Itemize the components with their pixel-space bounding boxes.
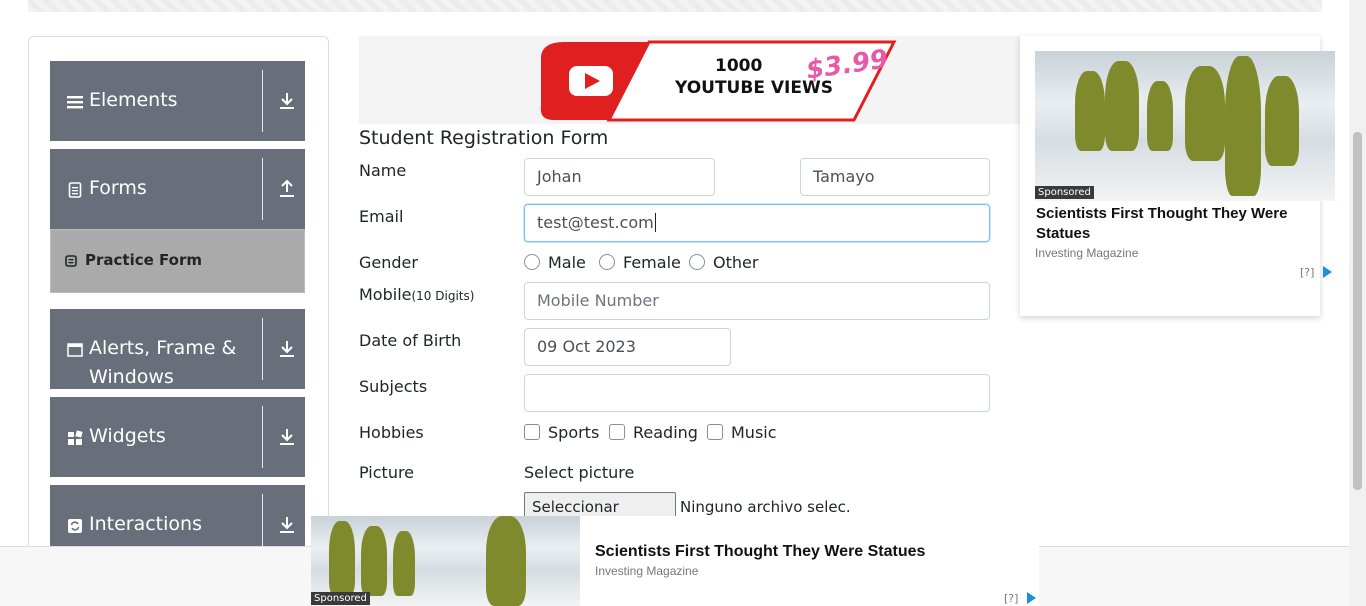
ad-image [1035, 51, 1335, 201]
document-icon [68, 182, 82, 198]
dob-label: Date of Birth [359, 331, 462, 350]
picture-label: Picture [359, 463, 415, 482]
divider [262, 318, 263, 380]
banner-ad[interactable]: 1000 YOUTUBE VIEWS $3.99 [359, 36, 1020, 124]
sidebar-group-label: Interactions [89, 513, 202, 535]
vertical-scrollbar[interactable] [1349, 0, 1366, 606]
divider [262, 70, 263, 132]
gender-other-label[interactable]: Other [713, 253, 758, 272]
sidebar-item-label: Practice Form [85, 251, 202, 269]
hobby-reading-checkbox[interactable] [609, 424, 625, 440]
sidebar-group-label-line2: Windows [89, 366, 174, 388]
ad-headline[interactable]: Scientists First Thought They Were Statu… [1036, 204, 1318, 244]
first-name-input[interactable]: Johan [524, 158, 715, 196]
sponsored-badge: Sponsored [1035, 186, 1094, 199]
bottom-sponsored-ad[interactable]: Sponsored Scientists First Thought They … [311, 516, 1039, 606]
gender-male-radio[interactable] [524, 254, 540, 270]
hobby-sports-checkbox[interactable] [524, 424, 540, 440]
email-label: Email [359, 207, 404, 226]
mobile-number-input[interactable]: Mobile Number [524, 282, 990, 320]
download-arrow-icon [280, 517, 294, 533]
sidebar-item-practice-form[interactable]: Practice Form [50, 229, 305, 293]
gender-female-label[interactable]: Female [623, 253, 681, 272]
sidebar-group-label: Forms [89, 177, 147, 199]
form-title: Student Registration Form [359, 127, 609, 149]
sidebar-group-label: Elements [89, 89, 178, 111]
select-picture-label: Select picture [524, 463, 635, 482]
right-sponsored-ad[interactable]: Sponsored Scientists First Thought They … [1020, 36, 1335, 316]
divider [262, 158, 263, 220]
download-arrow-icon [280, 341, 294, 357]
banner-line1: 1000 [715, 56, 763, 76]
window-icon [67, 343, 83, 357]
file-status-text: Ninguno archivo selec. [680, 498, 851, 516]
ad-source: Investing Magazine [595, 564, 699, 578]
download-arrow-icon [280, 93, 294, 109]
hamburger-icon [67, 96, 83, 109]
sidebar-group-widgets[interactable]: Widgets [50, 397, 305, 477]
text-cursor [654, 213, 656, 232]
top-decoration-strip [28, 0, 1322, 12]
ad-info-link[interactable]: [?] [1300, 266, 1314, 279]
ad-info-link[interactable]: [?] [1004, 592, 1018, 605]
mobile-hint: (10 Digits) [411, 289, 475, 303]
ad-source: Investing Magazine [1035, 246, 1139, 260]
form-item-icon [65, 255, 77, 267]
sidebar-group-label: Alerts, Frame & [89, 337, 237, 359]
hobby-music-checkbox[interactable] [707, 424, 723, 440]
widgets-icon [68, 430, 83, 445]
hobby-music-label[interactable]: Music [731, 423, 777, 442]
sidebar-group-alerts-frame-windows[interactable]: Alerts, Frame & Windows [50, 309, 305, 389]
sidebar-group-elements[interactable]: Elements [50, 61, 305, 141]
mobile-label-text: Mobile [359, 285, 412, 304]
gender-male-label[interactable]: Male [548, 253, 586, 272]
adchoices-icon[interactable] [1027, 592, 1036, 604]
sidebar-group-label: Widgets [89, 425, 166, 447]
date-of-birth-input[interactable]: 09 Oct 2023 [524, 328, 731, 366]
adchoices-icon[interactable] [1323, 266, 1332, 278]
email-input[interactable]: test@test.com [524, 204, 990, 242]
hobbies-label: Hobbies [359, 423, 424, 442]
interactions-icon [68, 519, 82, 533]
subjects-label: Subjects [359, 377, 428, 396]
gender-label: Gender [359, 253, 418, 272]
divider [262, 406, 263, 468]
ad-headline[interactable]: Scientists First Thought They Were Statu… [595, 542, 925, 562]
sidebar-group-forms[interactable]: Forms [50, 149, 305, 229]
name-label: Name [359, 161, 407, 180]
mobile-label: Mobile(10 Digits) [359, 285, 474, 304]
subjects-input[interactable] [524, 374, 990, 412]
hobby-sports-label[interactable]: Sports [548, 423, 599, 442]
email-value: test@test.com [537, 213, 654, 232]
download-arrow-icon [280, 429, 294, 445]
gender-female-radio[interactable] [599, 254, 615, 270]
gender-other-radio[interactable] [689, 254, 705, 270]
sponsored-badge: Sponsored [311, 592, 370, 605]
last-name-input[interactable]: Tamayo [800, 158, 990, 196]
scrollbar-thumb[interactable] [1353, 132, 1362, 490]
hobby-reading-label[interactable]: Reading [633, 423, 698, 442]
upload-arrow-icon [280, 179, 294, 197]
